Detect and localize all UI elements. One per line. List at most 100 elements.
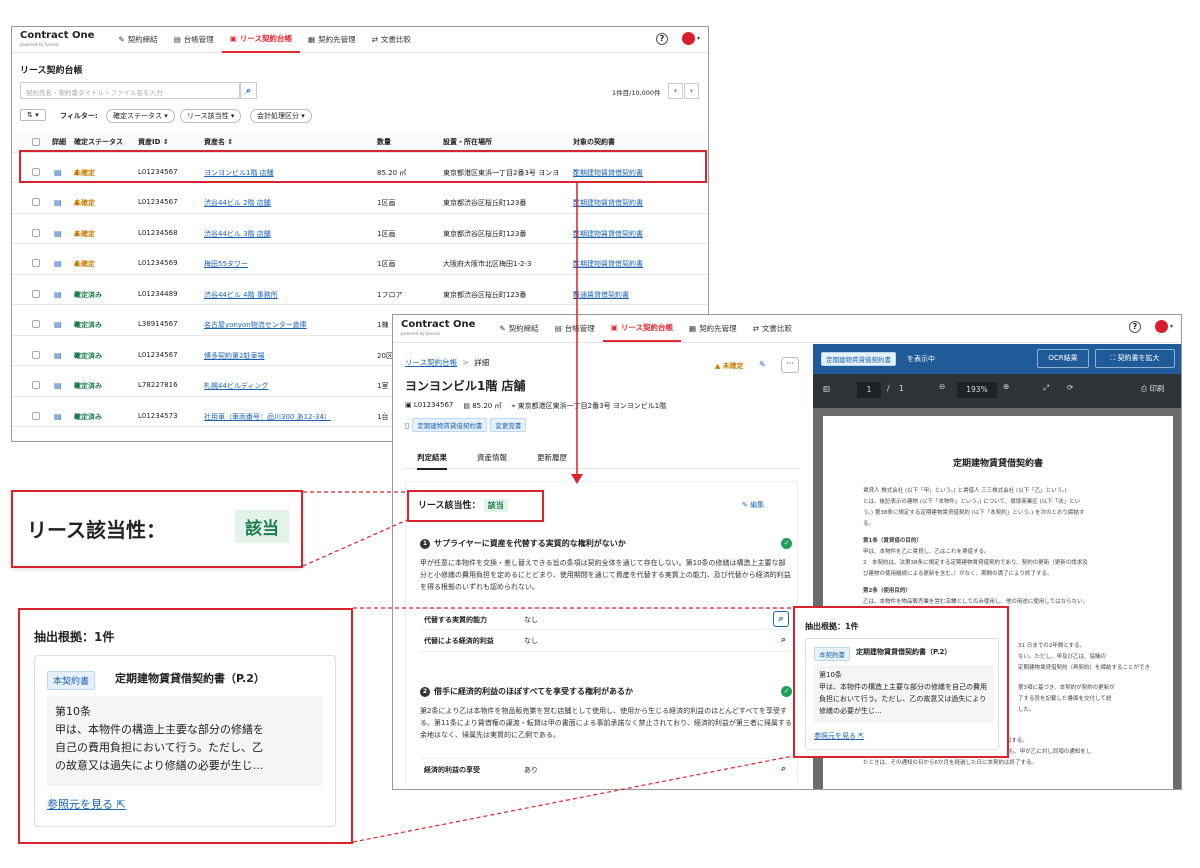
contract-link[interactable]: 定期建物賃貸借契約書 [573, 259, 643, 269]
row-checkbox[interactable] [32, 350, 40, 359]
app-logo[interactable]: Contract One powered by Sansan [401, 319, 475, 338]
document-line: 31 日までの2年間とする。 [1018, 643, 1086, 649]
nav-item-contract-signing[interactable]: ✎ 契約締結 [491, 316, 546, 342]
nav-label: 契約先管理 [699, 324, 737, 333]
page-input[interactable]: 1 [857, 382, 881, 398]
contract-link[interactable]: 定期建物賃貸借契約書 [573, 229, 643, 239]
sort-button[interactable]: ⇅ ▾ [20, 109, 46, 121]
help-icon[interactable]: ? [655, 32, 668, 45]
asset-name-link[interactable]: 渋谷44ビル 2階 店舗 [204, 198, 271, 208]
ocr-button[interactable]: OCR結果 [1037, 349, 1089, 368]
help-icon[interactable]: ? [1128, 320, 1141, 333]
document-icon: ▣ [229, 34, 237, 43]
tab-asset-info[interactable]: 資産情報 [477, 452, 507, 463]
nav-item-lease-ledger[interactable]: ▣ リース契約台帳 [602, 316, 681, 342]
app-logo[interactable]: Contract One powered by Sansan [20, 30, 94, 49]
status-text: 未確定 [74, 199, 95, 207]
tab-judgment[interactable]: 判定結果 [417, 452, 447, 470]
table-row[interactable]: ▤ ▲ 未確定 L01234567 渋谷44ビル 2階 店舗 1区画 東京都渋谷区桜丘町1… [12, 184, 708, 214]
more-menu-button[interactable]: ··· [781, 357, 799, 373]
user-avatar-icon[interactable] [1154, 320, 1168, 333]
detail-doc-icon[interactable]: ▤ [54, 290, 62, 299]
contract-link[interactable]: 普通賃貸借契約書 [573, 290, 629, 300]
asset-name-link[interactable]: 渋谷44ビル 4階 事務所 [204, 290, 278, 300]
zoom-in-icon[interactable]: ⊕ [1003, 382, 1009, 391]
nav-item-lease-ledger[interactable]: ▣ リース契約台帳 [221, 27, 300, 53]
col-status[interactable]: 確定ステータス [74, 137, 123, 147]
status-text: 確定済み [74, 321, 102, 329]
row-checkbox[interactable] [32, 381, 40, 389]
next-page-button[interactable]: › [684, 83, 699, 99]
asset-name-link[interactable]: 梅田55タワー [204, 259, 248, 269]
col-asset-name[interactable]: 資産名 ⇕ [204, 137, 233, 147]
asset-name-link[interactable]: 博多契約第2駐車場 [204, 351, 264, 361]
detail-doc-icon[interactable]: ▤ [54, 198, 62, 207]
doc-tag-contract[interactable]: 定期建物賃貸借契約書 [412, 418, 488, 432]
filter-accounting[interactable]: 会計処理区分 ▾ [250, 109, 312, 123]
table-row[interactable]: ▤ ▲ 未確定 L01234568 渋谷44ビル 3階 店舗 1区画 東京都渋谷区桜丘町1… [12, 214, 708, 244]
detail-doc-icon[interactable]: ▤ [54, 381, 62, 390]
rotate-icon[interactable]: ⟳ [1067, 383, 1073, 392]
detail-doc-icon[interactable]: ▤ [54, 229, 62, 238]
filter-status[interactable]: 確定ステータス ▾ [106, 109, 175, 123]
nav-item-contract-signing[interactable]: ✎ 契約締結 [110, 27, 165, 53]
detail-doc-icon[interactable]: ▤ [54, 351, 62, 360]
asset-name-link[interactable]: 渋谷44ビル 3階 店舗 [204, 229, 271, 239]
nav-item-counterparty[interactable]: ▦ 契約先管理 [300, 27, 364, 53]
print-button[interactable]: ⎙ 印刷 [1141, 383, 1164, 394]
fit-icon[interactable]: ⤢ [1043, 383, 1049, 393]
col-asset-id[interactable]: 資産ID ⇕ [138, 137, 169, 147]
table-row[interactable]: ▤ ● 確定済み L01234489 渋谷44ビル 4階 事務所 1フロア 東京都渋谷区桜… [12, 275, 708, 305]
asset-name-link[interactable]: 名古屋yonyon物流センター倉庫 [204, 320, 307, 330]
tab-history[interactable]: 更新履歴 [537, 452, 567, 463]
asset-name-link[interactable]: 札幌44ビルディング [204, 381, 268, 391]
row-value: あり [524, 766, 538, 774]
search-button[interactable]: ⌕ [240, 82, 257, 99]
chevron-down-icon[interactable]: ▾ [697, 35, 700, 42]
prev-page-button[interactable]: ‹ [668, 83, 683, 99]
doc-tag-amendment[interactable]: 変更覚書 [490, 418, 527, 432]
edit-button[interactable]: ✎ 編集 [742, 500, 764, 510]
judgment-card: リース該当性： 該当 ✎ 編集 1 サプライヤーに資産を代替する実質的な権利がな… [405, 481, 798, 789]
nav-item-compare[interactable]: ⇄ 文書比較 [745, 316, 800, 342]
expand-button[interactable]: ⛶ 契約書を拡大 [1095, 349, 1175, 368]
search-input[interactable]: 契約先名・契約書タイトル・ファイル名を入力 [20, 82, 240, 99]
zoom-out-icon[interactable]: ⊖ [939, 382, 945, 391]
row-checkbox[interactable] [32, 259, 40, 267]
search-icon[interactable]: ⌕ [773, 611, 789, 627]
detail-doc-icon[interactable]: ▤ [54, 320, 62, 329]
zoom-level[interactable]: 193% [957, 382, 997, 398]
document-line: ない。ただし、甲及び乙は、協議の [1018, 654, 1107, 660]
evidence-source-link[interactable]: 参照元を見る ⇱ [814, 731, 864, 741]
search-icon[interactable]: ⌕ [781, 764, 786, 774]
nav-item-counterparty[interactable]: ▦ 契約先管理 [681, 316, 745, 342]
detail-doc-icon[interactable]: ▤ [54, 412, 62, 421]
breadcrumb-root-link[interactable]: リース契約台帳 [405, 358, 457, 367]
nav-item-ledger[interactable]: ▤ 台帳管理 [166, 27, 222, 53]
detail-doc-icon[interactable]: ▤ [54, 259, 62, 268]
contract-link[interactable]: 定期建物賃貸借契約書 [573, 198, 643, 208]
quantity: 1室 [377, 382, 389, 390]
user-avatar-icon[interactable] [681, 32, 695, 45]
search-icon[interactable]: ⌕ [781, 635, 786, 645]
document-line: 賃貸人 株式会社 (以下「甲」という。) と賃借人 三三株式会社 (以下「乙」と… [863, 488, 1067, 494]
asset-id: L38914567 [138, 320, 178, 328]
document-icon: ▣ [610, 323, 618, 332]
row-checkbox[interactable] [32, 228, 40, 237]
asset-name-link[interactable]: 社用車（車両番号：品川300 あ12-34） [204, 412, 331, 422]
evidence-source-link[interactable]: 参照元を見る ⇱ [47, 796, 126, 812]
select-all-checkbox[interactable] [32, 137, 40, 146]
nav-item-compare[interactable]: ⇄ 文書比較 [364, 27, 419, 53]
chevron-down-icon[interactable]: ▾ [1170, 323, 1173, 330]
row-checkbox[interactable] [32, 289, 40, 298]
filter-lease[interactable]: リース該当性 ▾ [180, 109, 242, 123]
row-checkbox[interactable] [32, 411, 40, 420]
chevron-right-icon: › [689, 86, 694, 95]
row-checkbox[interactable] [32, 198, 40, 206]
sidebar-toggle-icon[interactable]: ▥ [823, 384, 830, 393]
table-row[interactable]: ▤ ▲ 未確定 L01234569 梅田55タワー 1区画 大阪府大阪市北区梅田1-2-3… [12, 245, 708, 275]
row-checkbox[interactable] [32, 320, 40, 328]
warning-icon: ▲ [715, 362, 721, 370]
edit-status-icon[interactable]: ✎ [759, 360, 766, 369]
nav-item-ledger[interactable]: ▤ 台帳管理 [547, 316, 603, 342]
